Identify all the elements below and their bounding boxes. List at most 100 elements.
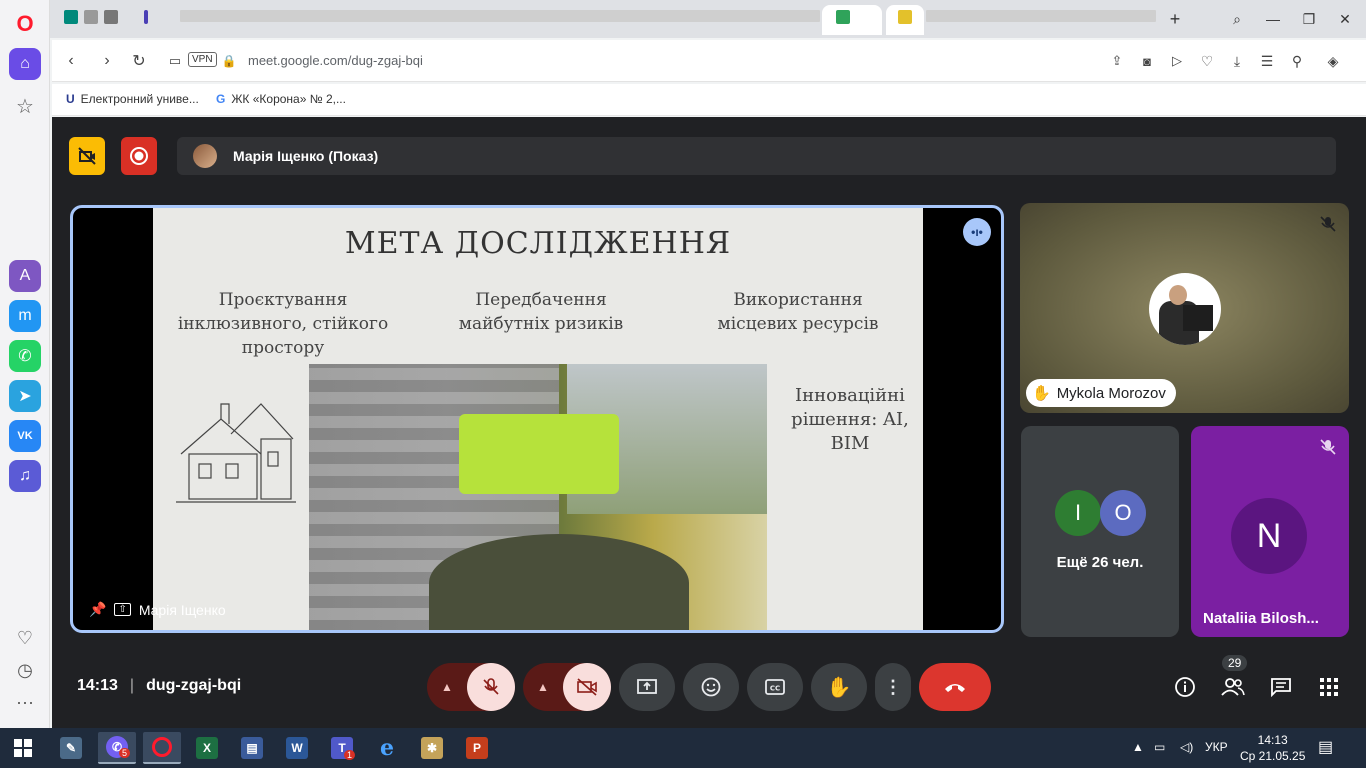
search-icon[interactable]: ⌕ [1222, 8, 1252, 30]
profile-icon[interactable]: ⚲ [1286, 50, 1308, 72]
powerpoint-icon[interactable]: P [458, 732, 496, 764]
tab-strip: + ⌕ — ❐ ✕ [50, 0, 1366, 38]
slide-point-3: Використання місцевих ресурсів [717, 290, 879, 334]
system-clock[interactable]: 14:13 Ср 21.05.25 [1240, 732, 1305, 764]
tab-active[interactable] [886, 5, 924, 35]
present-button[interactable] [619, 663, 675, 711]
bookmark-item[interactable]: U Електронний униве... [66, 92, 199, 106]
meeting-details-button[interactable] [1172, 674, 1198, 700]
mic-control[interactable]: ▲ [427, 663, 515, 711]
tab-icons-row[interactable] [926, 10, 1156, 22]
opera-logo-icon[interactable]: O [9, 8, 41, 40]
download-icon[interactable]: ⤓ [1226, 50, 1248, 72]
opera-taskbar-icon[interactable] [143, 732, 181, 764]
camera-control[interactable]: ▲ [523, 663, 611, 711]
network-icon[interactable]: ▭ [1154, 740, 1165, 754]
raise-hand-button[interactable]: ✋ [811, 663, 867, 711]
forward-icon[interactable]: › [96, 50, 118, 72]
mic-off-button[interactable] [467, 663, 515, 711]
restore-icon[interactable]: ❐ [1294, 8, 1324, 30]
messenger-icon[interactable]: m [9, 300, 41, 332]
vk-icon[interactable]: VK [9, 420, 41, 452]
share-owner-name: Марія Іщенко [138, 601, 226, 618]
volume-icon[interactable]: ◁) [1180, 740, 1193, 754]
audio-level-icon: •ı• [963, 218, 991, 246]
reload-icon[interactable]: ↻ [128, 50, 150, 72]
menu-icon[interactable]: ☰ [1256, 50, 1278, 72]
app-icon[interactable]: ✎ [52, 732, 90, 764]
leave-call-button[interactable] [919, 663, 991, 711]
extensions-icon[interactable]: ◈ [1322, 50, 1344, 72]
camera-icon[interactable]: ◙ [1136, 50, 1158, 72]
avatar [1149, 273, 1221, 345]
tab-icons-row[interactable] [180, 10, 820, 22]
tab-icon [836, 10, 850, 24]
participant-tile-nataliia[interactable]: N Nataliia Bilosh... [1191, 426, 1349, 637]
internet-explorer-icon[interactable]: e [368, 732, 406, 764]
info-icon [1175, 677, 1195, 697]
meet-window: Марія Іщенко (Показ) МЕТА ДОСЛІДЖЕННЯ Пр… [52, 117, 1366, 728]
tray-expand-icon[interactable]: ▲ [1132, 740, 1144, 754]
avatar: N [1231, 498, 1307, 574]
svg-text:CC: CC [770, 685, 780, 693]
participant-tile-mykola[interactable]: ✋ Mykola Morozov [1020, 203, 1349, 413]
shared-screen[interactable]: МЕТА ДОСЛІДЖЕННЯ Проєктування інклюзивно… [70, 205, 1004, 633]
language-indicator[interactable]: УКР [1205, 740, 1228, 754]
vpn-badge[interactable]: VPN [188, 52, 217, 67]
slide-side-text: Інноваційні рішення: AI, BIM [791, 385, 909, 454]
close-icon[interactable]: ✕ [1330, 8, 1360, 30]
tab-icon[interactable] [144, 10, 148, 24]
new-tab-icon[interactable]: + [1160, 8, 1190, 30]
url-input[interactable]: meet.google.com/dug-zgaj-bqi [248, 53, 423, 68]
notifications-icon[interactable]: ▤ [1318, 737, 1333, 757]
present-screen-icon [637, 679, 657, 694]
heart-icon[interactable]: ♡ [1196, 50, 1218, 72]
heart-icon[interactable]: ♡ [9, 622, 41, 654]
back-icon[interactable]: ‹ [60, 50, 82, 72]
start-windows-icon[interactable] [4, 732, 42, 764]
history-icon[interactable]: ◷ [9, 654, 41, 686]
participant-avatar: I [1055, 490, 1101, 536]
chat-button[interactable] [1268, 674, 1294, 700]
star-icon[interactable]: ☆ [9, 90, 41, 122]
pin-icon[interactable]: 📌 [89, 601, 106, 618]
people-icon [1221, 678, 1245, 696]
music-icon[interactable]: ♫ [9, 460, 41, 492]
tab-icon[interactable] [84, 10, 98, 24]
raise-hand-icon: ✋ [826, 676, 852, 699]
bookmark-item[interactable]: G ЖК «Корона» № 2,... [216, 92, 346, 106]
camera-status-icon[interactable]: ▭ [164, 50, 186, 72]
no-camera-icon[interactable] [69, 137, 105, 175]
chevron-up-icon[interactable]: ▲ [523, 680, 563, 694]
excel-icon[interactable]: X [188, 732, 226, 764]
aria-icon[interactable]: A [9, 260, 41, 292]
share-icon[interactable]: ⇪ [1106, 50, 1128, 72]
word-icon[interactable]: W [278, 732, 316, 764]
tab-active[interactable] [822, 5, 882, 35]
viber-icon[interactable]: ✆ 5 [98, 732, 136, 764]
save-disk-icon[interactable]: ▤ [233, 732, 271, 764]
teams-icon[interactable]: T 1 [323, 732, 361, 764]
share-owner-label: 📌 ⇧ Марія Іщенко [89, 601, 226, 618]
camera-off-button[interactable] [563, 663, 611, 711]
home-icon[interactable]: ⌂ [9, 48, 41, 80]
tab-icon[interactable] [104, 10, 118, 24]
more-icon[interactable]: ··· [9, 686, 41, 718]
activities-button[interactable] [1316, 674, 1342, 700]
captions-button[interactable]: CC [747, 663, 803, 711]
lock-icon[interactable]: 🔒 [218, 50, 240, 72]
play-icon[interactable]: ▷ [1166, 50, 1188, 72]
minimize-icon[interactable]: — [1258, 8, 1288, 30]
emoji-button[interactable] [683, 663, 739, 711]
people-button[interactable] [1220, 674, 1246, 700]
recording-icon[interactable] [121, 137, 157, 175]
more-options-button[interactable]: ⋮ [875, 663, 911, 711]
presenter-bar[interactable]: Марія Іщенко (Показ) [177, 137, 1336, 175]
meet-tab-icon[interactable] [64, 10, 78, 24]
telegram-icon[interactable]: ➤ [9, 380, 41, 412]
chevron-up-icon[interactable]: ▲ [427, 680, 467, 694]
whatsapp-icon[interactable]: ✆ [9, 340, 41, 372]
paint-icon[interactable]: ✱ [413, 732, 451, 764]
more-participants-tile[interactable]: I O Ещё 26 чел. [1021, 426, 1179, 637]
chat-icon [1271, 678, 1291, 697]
